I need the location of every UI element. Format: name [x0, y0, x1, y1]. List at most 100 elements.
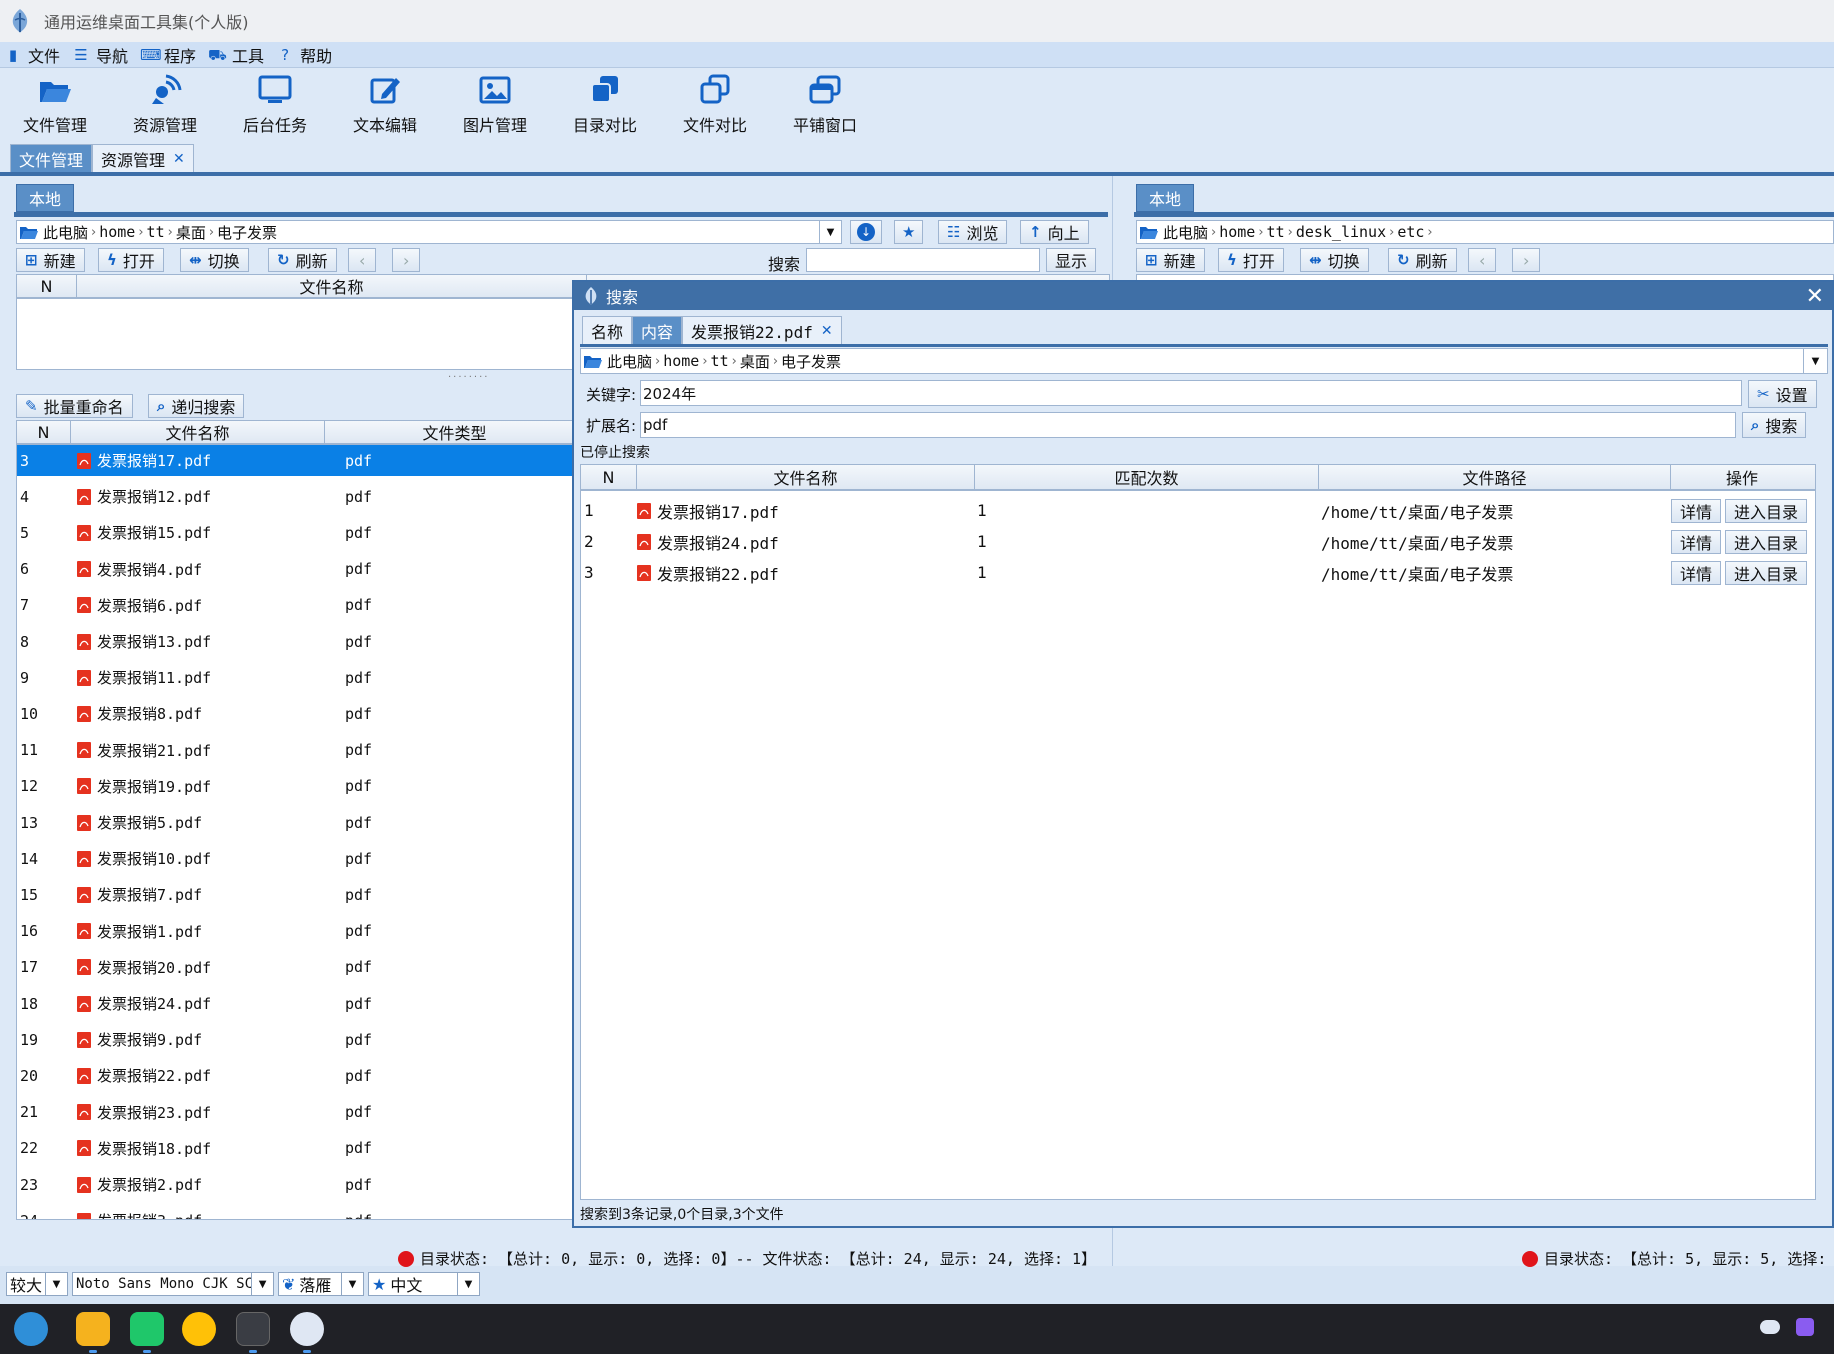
tool-text-editor[interactable]: 文本编辑	[330, 68, 440, 142]
tool-background-tasks[interactable]: 后台任务	[220, 68, 330, 142]
col-n[interactable]: N	[17, 421, 71, 443]
row-file-path: /home/tt/桌面/电子发票	[1321, 502, 1514, 522]
browse-button[interactable]: ☷ 浏览	[938, 220, 1008, 244]
row-file-type: pdf	[345, 849, 373, 868]
favorite-button[interactable]: ★	[894, 220, 924, 244]
chevron-down-icon[interactable]: ▼	[819, 221, 841, 243]
results-grid[interactable]: 1 发票报销17.pdf 1/home/tt/桌面/电子发票 详情 进入目录 2 发票报销2…	[580, 490, 1816, 1200]
tab-content[interactable]: 内容	[632, 316, 683, 344]
up-button[interactable]: ↑ 向上	[1020, 220, 1089, 244]
show-button[interactable]: 显示	[1046, 248, 1097, 272]
pdf-icon	[77, 705, 91, 722]
right-refresh-button[interactable]: ↻ 刷新	[1388, 248, 1457, 272]
recursive-search-button[interactable]: ⌕ 递归搜索	[148, 394, 245, 418]
row-number: 23	[20, 1175, 39, 1194]
menu-navigate[interactable]: ☰ 导航	[68, 42, 136, 68]
col-name[interactable]: 文件名称	[71, 421, 325, 443]
results-scrollbar[interactable]	[1816, 464, 1828, 1200]
row-number: 19	[20, 1030, 39, 1049]
tool-tile-windows[interactable]: 平铺窗口	[770, 68, 880, 142]
browser-app-icon[interactable]	[182, 1312, 216, 1346]
splitter-handle[interactable]: ········	[448, 372, 489, 383]
close-icon[interactable]: ✕	[821, 323, 833, 339]
pdf-icon	[77, 1212, 91, 1219]
refresh-button[interactable]: ↻ 刷新	[268, 248, 337, 272]
dialog-title-bar[interactable]: 搜索	[574, 282, 1832, 310]
close-icon[interactable]: ✕	[1806, 284, 1824, 309]
table-row[interactable]: 1 发票报销17.pdf 1/home/tt/桌面/电子发票 详情 进入目录	[581, 495, 1815, 526]
menu-file[interactable]: ▮ 文件	[0, 42, 68, 68]
dialog-path-bar[interactable]: 此电脑 › home › tt › 桌面 › 电子发票 ▼	[580, 348, 1828, 374]
right-switch-button[interactable]: ⇹ 切换	[1300, 248, 1369, 272]
detail-button[interactable]: 详情	[1671, 529, 1722, 554]
col-path[interactable]: 文件路径	[1319, 465, 1671, 489]
extension-input[interactable]: pdf	[640, 412, 1736, 438]
chevron-down-icon[interactable]: ▼	[1803, 349, 1827, 373]
right-new-button[interactable]: ⊞ 新建	[1136, 248, 1205, 272]
right-open-button[interactable]: ϟ 打开	[1218, 248, 1284, 272]
col-name[interactable]: 文件名称	[637, 465, 975, 489]
left-tab-local[interactable]: 本地	[16, 184, 75, 212]
col-name[interactable]: 文件名称	[77, 275, 587, 297]
download-button[interactable]: ↓	[850, 220, 882, 244]
size-select[interactable]: 较大 ▼	[6, 1272, 68, 1296]
language-select[interactable]: ★ 中文 ▼	[368, 1272, 480, 1296]
new-button[interactable]: ⊞ 新建	[16, 248, 85, 272]
forward-button[interactable]: ›	[392, 248, 421, 272]
download-icon: ↓	[857, 223, 875, 241]
row-number: 20	[20, 1066, 39, 1085]
row-file-type: pdf	[345, 596, 373, 615]
right-tab-local[interactable]: 本地	[1136, 184, 1195, 212]
tool-image-manager[interactable]: 图片管理	[440, 68, 550, 142]
chat-app-icon[interactable]	[130, 1312, 164, 1346]
tool-file-compare[interactable]: 文件对比	[660, 68, 770, 142]
tab-file-manager[interactable]: 文件管理	[10, 144, 93, 172]
table-row[interactable]: 3 发票报销22.pdf 1/home/tt/桌面/电子发票 详情 进入目录	[581, 557, 1815, 588]
tool-resource-manager[interactable]: 资源管理	[110, 68, 220, 142]
batch-rename-button[interactable]: ✎ 批量重命名	[16, 394, 133, 418]
tab-result-file[interactable]: 发票报销22.pdf ✕	[682, 316, 842, 344]
chevron-right-icon: ›	[1211, 224, 1217, 240]
detail-button[interactable]: 详情	[1671, 560, 1722, 585]
menu-help[interactable]: ? 帮助	[272, 42, 340, 68]
back-button[interactable]: ‹	[348, 248, 377, 272]
theme-select[interactable]: ❦ 落雁 ▼	[278, 1272, 364, 1296]
tab-name[interactable]: 名称	[582, 316, 633, 344]
launcher-icon[interactable]	[14, 1312, 48, 1346]
font-select[interactable]: Noto Sans Mono CJK SC ▼	[72, 1272, 274, 1296]
search-input[interactable]	[806, 248, 1040, 272]
tray-app-icon[interactable]	[1796, 1318, 1814, 1336]
search-button[interactable]: ⌕ 搜索	[1742, 412, 1807, 438]
settings-button[interactable]: ✂ 设置	[1748, 380, 1817, 408]
tool-dir-compare[interactable]: 目录对比	[550, 68, 660, 142]
tool-file-manager[interactable]: 文件管理	[0, 68, 110, 142]
ops-toolkit-app-icon[interactable]	[290, 1312, 324, 1346]
cloud-icon[interactable]	[1760, 1320, 1780, 1334]
tab-resource-manager[interactable]: 资源管理 ✕	[92, 144, 194, 172]
col-operations[interactable]: 操作	[1671, 465, 1813, 489]
enter-directory-button[interactable]: 进入目录	[1725, 560, 1808, 585]
left-path-bar[interactable]: 此电脑 › home › tt › 桌面 › 电子发票 ▼	[16, 220, 842, 244]
switch-button[interactable]: ⇹ 切换	[180, 248, 249, 272]
chevron-down-icon: ▼	[45, 1273, 67, 1295]
col-type[interactable]: 文件类型	[325, 421, 585, 443]
keyword-input[interactable]: 2024年	[640, 380, 1742, 406]
keyboard-icon: ⌨	[140, 45, 162, 64]
detail-button[interactable]: 详情	[1671, 498, 1722, 523]
terminal-app-icon[interactable]	[236, 1312, 270, 1346]
enter-directory-button[interactable]: 进入目录	[1725, 529, 1808, 554]
close-icon[interactable]: ✕	[173, 151, 185, 167]
table-row[interactable]: 2 发票报销24.pdf 1/home/tt/桌面/电子发票 详情 进入目录	[581, 526, 1815, 557]
right-path-bar[interactable]: 此电脑 › home › tt › desk_linux › etc ›	[1136, 220, 1834, 244]
menu-program[interactable]: ⌨ 程序	[136, 42, 204, 68]
file-manager-app-icon[interactable]	[76, 1312, 110, 1346]
col-n[interactable]: N	[17, 275, 77, 297]
col-match-count[interactable]: 匹配次数	[975, 465, 1319, 489]
open-button[interactable]: ϟ 打开	[98, 248, 164, 272]
right-back-button[interactable]: ‹	[1468, 248, 1497, 272]
right-forward-button[interactable]: ›	[1512, 248, 1541, 272]
col-n[interactable]: N	[581, 465, 637, 489]
menu-tools[interactable]: ⛟ 工具	[204, 42, 272, 68]
row-number: 15	[20, 885, 39, 904]
enter-directory-button[interactable]: 进入目录	[1725, 498, 1808, 523]
